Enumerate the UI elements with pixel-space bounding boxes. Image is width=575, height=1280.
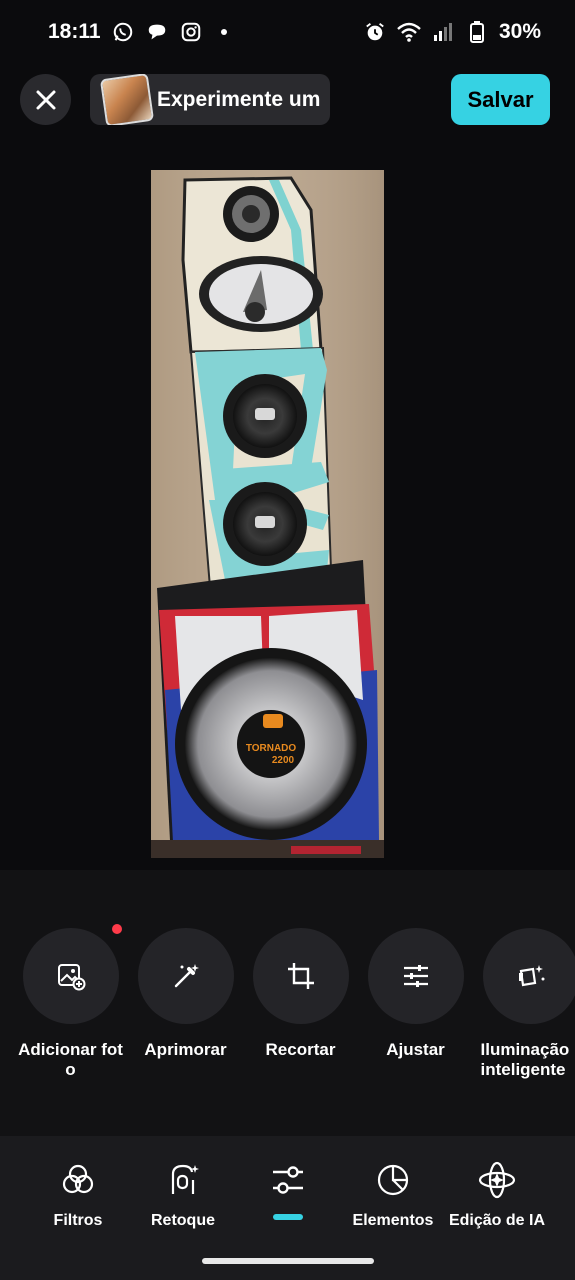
adjust-icon — [273, 1166, 303, 1194]
notification-dot-icon — [220, 29, 227, 35]
photo-editor-screen: 18:11 30% Experimente um Salvar TORNADO … — [0, 0, 575, 1280]
chat-icon — [145, 20, 169, 44]
smart-light-icon — [518, 965, 544, 987]
nav-adjust[interactable] — [228, 1158, 348, 1202]
smart-lighting-button[interactable] — [482, 928, 575, 1024]
status-time: 18:11 — [48, 20, 101, 43]
battery-icon — [465, 20, 489, 44]
filters-icon — [62, 1164, 94, 1194]
close-icon — [36, 90, 55, 109]
instagram-icon — [179, 20, 203, 44]
ai-edit-icon — [478, 1161, 516, 1199]
close-button[interactable] — [20, 74, 71, 125]
whatsapp-icon — [111, 20, 135, 44]
tool-label: Adicionar foto — [18, 1040, 123, 1079]
alarm-icon — [363, 20, 387, 44]
add-photo-icon — [57, 964, 85, 991]
tool-label: Aprimorar — [144, 1040, 227, 1059]
nav-elements[interactable]: Elementos — [333, 1158, 453, 1230]
nav-label: Filtros — [53, 1212, 103, 1229]
wifi-icon — [397, 20, 421, 44]
status-left: 18:11 — [48, 20, 227, 44]
svg-text:2200: 2200 — [272, 755, 295, 766]
crop-icon — [287, 963, 314, 989]
nav-retouch[interactable]: Retoque — [123, 1158, 243, 1230]
save-button[interactable]: Salvar — [451, 74, 550, 125]
nav-label: Retoque — [151, 1212, 215, 1229]
signal-icon — [431, 20, 455, 44]
home-indicator[interactable] — [202, 1258, 374, 1264]
retouch-icon — [171, 1164, 199, 1194]
template-thumbnail — [99, 74, 155, 125]
add-photo-button[interactable] — [22, 928, 119, 1024]
status-right: 30% — [363, 20, 541, 44]
elements-icon — [377, 1164, 409, 1196]
nav-filters[interactable]: Filtros — [18, 1158, 138, 1230]
template-title: Experimente um — [157, 87, 321, 111]
nav-label: Elementos — [352, 1212, 434, 1229]
nav-ai-edit[interactable]: Edição de IA — [437, 1158, 557, 1230]
photo-canvas[interactable]: TORNADO 2200 — [151, 170, 384, 858]
magic-wand-icon — [174, 964, 199, 988]
tool-adjust[interactable]: Ajustar — [358, 928, 473, 1060]
enhance-button[interactable] — [137, 928, 234, 1024]
crop-button[interactable] — [252, 928, 349, 1024]
tool-smart-lighting[interactable]: Iluminação inteligente — [473, 928, 575, 1080]
template-suggestion-pill[interactable]: Experimente um — [90, 74, 330, 125]
nav-label: Edição de IA — [448, 1212, 546, 1229]
speaker-photo: TORNADO 2200 — [151, 170, 384, 858]
tool-crop[interactable]: Recortar — [243, 928, 358, 1060]
nav-active-indicator — [273, 1214, 303, 1220]
battery-percent: 30% — [498, 20, 541, 43]
tool-label: Recortar — [265, 1040, 336, 1059]
status-bar: 18:11 30% — [0, 0, 575, 64]
adjust-button[interactable] — [367, 928, 464, 1024]
svg-text:TORNADO: TORNADO — [246, 743, 297, 754]
tool-label: Ajustar — [386, 1040, 445, 1059]
tool-add-photo[interactable]: Adicionar foto — [13, 928, 128, 1080]
adjust-sliders-icon — [403, 965, 428, 987]
tool-label: Iluminação inteligente — [480, 1040, 570, 1079]
tool-enhance[interactable]: Aprimorar — [128, 928, 243, 1060]
